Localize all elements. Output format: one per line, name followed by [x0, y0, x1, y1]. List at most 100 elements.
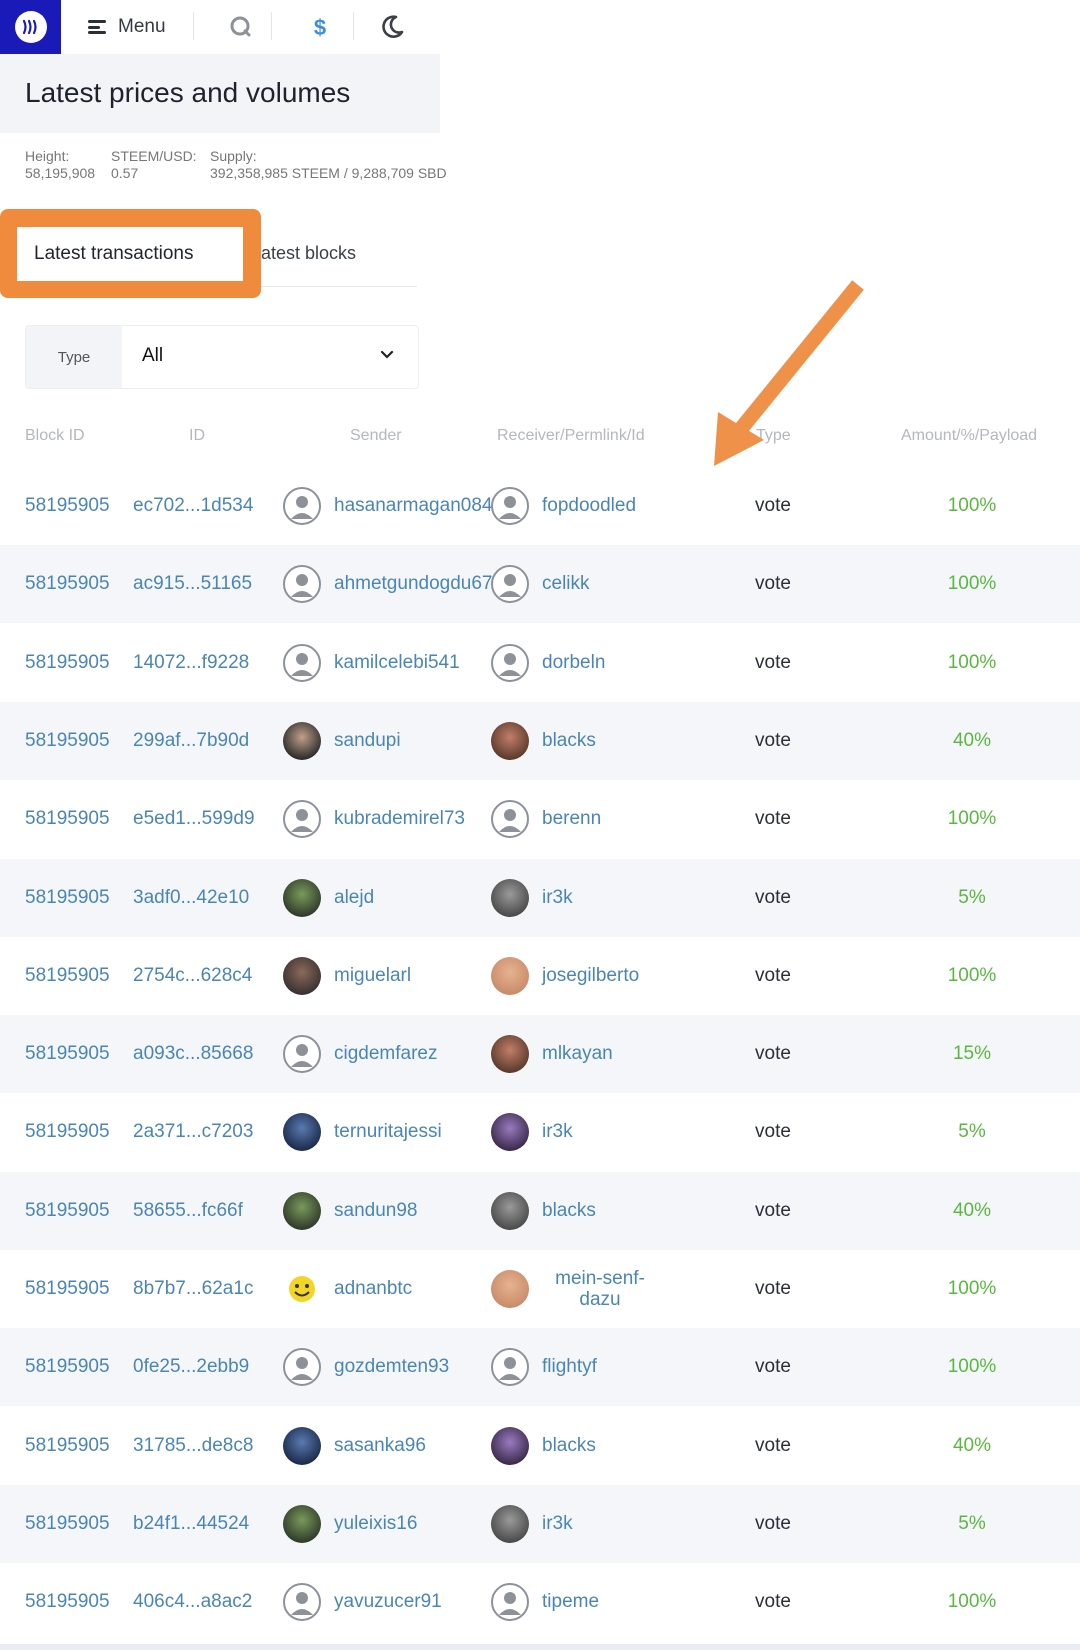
- sender-link[interactable]: kubrademirel73: [334, 808, 465, 830]
- receiver-avatar[interactable]: [491, 1427, 529, 1465]
- sender-avatar[interactable]: [283, 1583, 321, 1621]
- transaction-id-link[interactable]: 406c4...a8ac2: [133, 1591, 252, 1613]
- receiver-link[interactable]: mlkayan: [542, 1043, 613, 1065]
- receiver-link[interactable]: blacks: [542, 1200, 596, 1222]
- steem-logo-button[interactable]: [0, 0, 61, 54]
- transaction-id-link[interactable]: 58655...fc66f: [133, 1200, 243, 1222]
- receiver-link[interactable]: fopdoodled: [542, 495, 636, 517]
- receiver-avatar[interactable]: [491, 1348, 529, 1386]
- transaction-id-link[interactable]: 2754c...628c4: [133, 965, 252, 987]
- sender-link[interactable]: miguelarl: [334, 965, 411, 987]
- sender-avatar[interactable]: [283, 1035, 321, 1073]
- dark-mode-toggle[interactable]: [375, 10, 409, 44]
- block-id-link[interactable]: 58195905: [25, 1356, 110, 1378]
- receiver-avatar[interactable]: [491, 1505, 529, 1543]
- receiver-link[interactable]: ir3k: [542, 1121, 573, 1143]
- receiver-avatar[interactable]: [491, 487, 529, 525]
- receiver-link[interactable]: ir3k: [542, 887, 573, 909]
- receiver-link[interactable]: blacks: [542, 730, 596, 752]
- sender-avatar[interactable]: [283, 722, 321, 760]
- currency-button[interactable]: $: [303, 10, 337, 44]
- type-filter-select[interactable]: Type All: [25, 325, 419, 389]
- transaction-id-link[interactable]: 8b7b7...62a1c: [133, 1278, 253, 1300]
- block-id-link[interactable]: 58195905: [25, 1591, 110, 1613]
- transaction-id-link[interactable]: e5ed1...599d9: [133, 808, 255, 830]
- sender-link[interactable]: ahmetgundogdu673: [334, 573, 503, 595]
- block-id-link[interactable]: 58195905: [25, 1435, 110, 1457]
- menu-button[interactable]: Menu: [88, 10, 166, 44]
- sender-link[interactable]: cigdemfarez: [334, 1043, 438, 1065]
- sender-link[interactable]: gozdemten93: [334, 1356, 449, 1378]
- sender-avatar[interactable]: [283, 1348, 321, 1386]
- transaction-id-link[interactable]: 31785...de8c8: [133, 1435, 253, 1457]
- receiver-avatar[interactable]: [491, 879, 529, 917]
- sender-avatar[interactable]: [283, 1505, 321, 1543]
- block-id-link[interactable]: 58195905: [25, 1278, 110, 1300]
- block-id-link[interactable]: 58195905: [25, 495, 110, 517]
- receiver-avatar[interactable]: [491, 1192, 529, 1230]
- receiver-avatar[interactable]: [491, 1113, 529, 1151]
- sender-link[interactable]: alejd: [334, 887, 374, 909]
- block-id-link[interactable]: 58195905: [25, 652, 110, 674]
- sender-avatar[interactable]: [283, 1427, 321, 1465]
- operation-type: vote: [755, 1356, 791, 1377]
- block-id-link[interactable]: 58195905: [25, 573, 110, 595]
- receiver-link[interactable]: josegilberto: [542, 965, 639, 987]
- receiver-link[interactable]: berenn: [542, 808, 601, 830]
- block-id-link[interactable]: 58195905: [25, 808, 110, 830]
- transaction-id-link[interactable]: ec702...1d534: [133, 495, 253, 517]
- block-id-link[interactable]: 58195905: [25, 965, 110, 987]
- receiver-avatar[interactable]: [491, 1583, 529, 1621]
- block-id-link[interactable]: 58195905: [25, 1121, 110, 1143]
- sender-avatar[interactable]: [283, 957, 321, 995]
- sender-avatar[interactable]: [283, 644, 321, 682]
- block-id-link[interactable]: 58195905: [25, 730, 110, 752]
- sender-link[interactable]: sasanka96: [334, 1435, 426, 1457]
- receiver-avatar[interactable]: [491, 722, 529, 760]
- sender-link[interactable]: yuleixis16: [334, 1513, 417, 1535]
- transaction-id-link[interactable]: a093c...85668: [133, 1043, 253, 1065]
- search-button[interactable]: [224, 10, 258, 44]
- sender-avatar[interactable]: [283, 1192, 321, 1230]
- tab-latest-blocks[interactable]: atest blocks: [261, 243, 356, 264]
- transaction-id-link[interactable]: 14072...f9228: [133, 652, 249, 674]
- receiver-avatar[interactable]: [491, 1035, 529, 1073]
- sender-link[interactable]: adnanbtc: [334, 1278, 412, 1300]
- receiver-avatar[interactable]: [491, 565, 529, 603]
- transaction-id-link[interactable]: 2a371...c7203: [133, 1121, 253, 1143]
- sender-link[interactable]: kamilcelebi541: [334, 652, 460, 674]
- transaction-id-link[interactable]: ac915...51165: [133, 573, 252, 595]
- transaction-id-link[interactable]: b24f1...44524: [133, 1513, 249, 1535]
- block-id-link[interactable]: 58195905: [25, 887, 110, 909]
- sender-link[interactable]: hasanarmagan084: [334, 495, 492, 517]
- search-icon: [230, 16, 251, 37]
- receiver-avatar[interactable]: [491, 644, 529, 682]
- transaction-id-link[interactable]: 299af...7b90d: [133, 730, 249, 752]
- sender-avatar[interactable]: [283, 800, 321, 838]
- block-id-link[interactable]: 58195905: [25, 1513, 110, 1535]
- sender-link[interactable]: sandupi: [334, 730, 401, 752]
- sender-avatar[interactable]: [283, 487, 321, 525]
- receiver-link[interactable]: celikk: [542, 573, 590, 595]
- receiver-link[interactable]: tipeme: [542, 1591, 599, 1613]
- receiver-link[interactable]: ir3k: [542, 1513, 573, 1535]
- receiver-avatar[interactable]: [491, 1270, 529, 1308]
- receiver-link[interactable]: flightyf: [542, 1356, 597, 1378]
- block-id-link[interactable]: 58195905: [25, 1043, 110, 1065]
- receiver-avatar[interactable]: [491, 957, 529, 995]
- receiver-link[interactable]: dorbeln: [542, 652, 605, 674]
- sender-link[interactable]: yavuzucer91: [334, 1591, 442, 1613]
- sender-avatar[interactable]: [283, 565, 321, 603]
- sender-link[interactable]: ternuritajessi: [334, 1121, 442, 1143]
- receiver-avatar[interactable]: [491, 800, 529, 838]
- transaction-id-link[interactable]: 3adf0...42e10: [133, 887, 249, 909]
- receiver-link[interactable]: mein-senf-dazu: [548, 1268, 652, 1310]
- transaction-id-link[interactable]: 0fe25...2ebb9: [133, 1356, 249, 1378]
- sender-avatar[interactable]: [283, 1113, 321, 1151]
- receiver-link[interactable]: blacks: [542, 1435, 596, 1457]
- sender-avatar[interactable]: [283, 1270, 321, 1308]
- block-id-link[interactable]: 58195905: [25, 1200, 110, 1222]
- tab-latest-transactions[interactable]: Latest transactions: [17, 227, 243, 281]
- sender-link[interactable]: sandun98: [334, 1200, 417, 1222]
- sender-avatar[interactable]: [283, 879, 321, 917]
